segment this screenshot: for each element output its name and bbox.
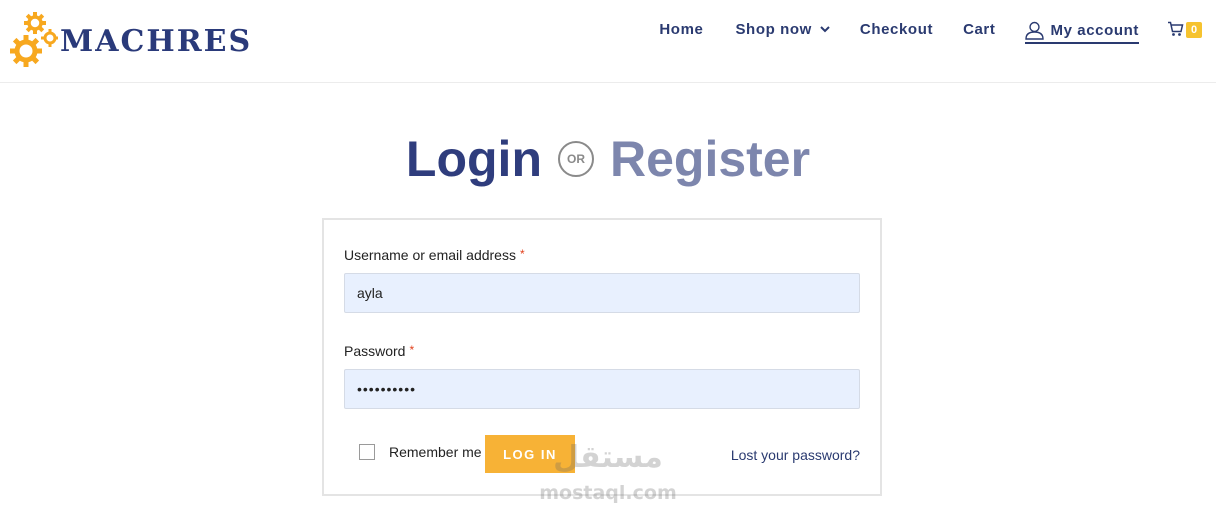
title-register[interactable]: Register xyxy=(610,130,810,188)
password-input[interactable] xyxy=(344,369,860,409)
nav-shop-now[interactable]: Shop now xyxy=(735,20,830,38)
title-login[interactable]: Login xyxy=(406,130,542,188)
password-label: Password * xyxy=(344,343,414,359)
username-label-text: Username or email address xyxy=(344,247,516,263)
required-mark: * xyxy=(519,247,525,261)
or-separator: OR xyxy=(557,141,594,177)
lost-password-link[interactable]: Lost your password? xyxy=(731,447,860,463)
password-label-text: Password xyxy=(344,343,406,359)
nav-shop-label: Shop now xyxy=(735,20,812,38)
site-logo[interactable]: MACHRES xyxy=(10,10,252,70)
nav-account-label: My account xyxy=(1050,21,1139,39)
remember-label: Remember me xyxy=(389,444,482,460)
nav-home[interactable]: Home xyxy=(659,21,703,38)
username-label: Username or email address * xyxy=(344,247,525,263)
login-button[interactable]: LOG IN xyxy=(485,435,575,473)
site-header: MACHRES Home Shop now Checkout Cart My a… xyxy=(0,0,1216,83)
chevron-down-icon xyxy=(820,25,830,32)
required-mark: * xyxy=(409,343,415,357)
cart-icon xyxy=(1168,21,1184,36)
mini-cart[interactable]: 0 xyxy=(1167,20,1202,38)
cart-count-badge: 0 xyxy=(1186,22,1202,38)
remember-checkbox[interactable] xyxy=(359,444,375,460)
username-input[interactable] xyxy=(344,273,860,313)
gears-icon xyxy=(10,12,58,67)
main-nav: Home Shop now Checkout Cart My account 0 xyxy=(659,18,1202,44)
brand-name: MACHRES xyxy=(60,23,253,59)
nav-checkout[interactable]: Checkout xyxy=(860,21,933,38)
nav-my-account[interactable]: My account xyxy=(1025,21,1139,44)
login-form: Username or email address* Password* Rem… xyxy=(322,218,882,496)
user-icon xyxy=(1025,21,1045,40)
page-title: Login OR Register xyxy=(0,130,1216,188)
nav-cart[interactable]: Cart xyxy=(963,21,995,38)
remember-me[interactable]: Remember me xyxy=(359,444,482,460)
